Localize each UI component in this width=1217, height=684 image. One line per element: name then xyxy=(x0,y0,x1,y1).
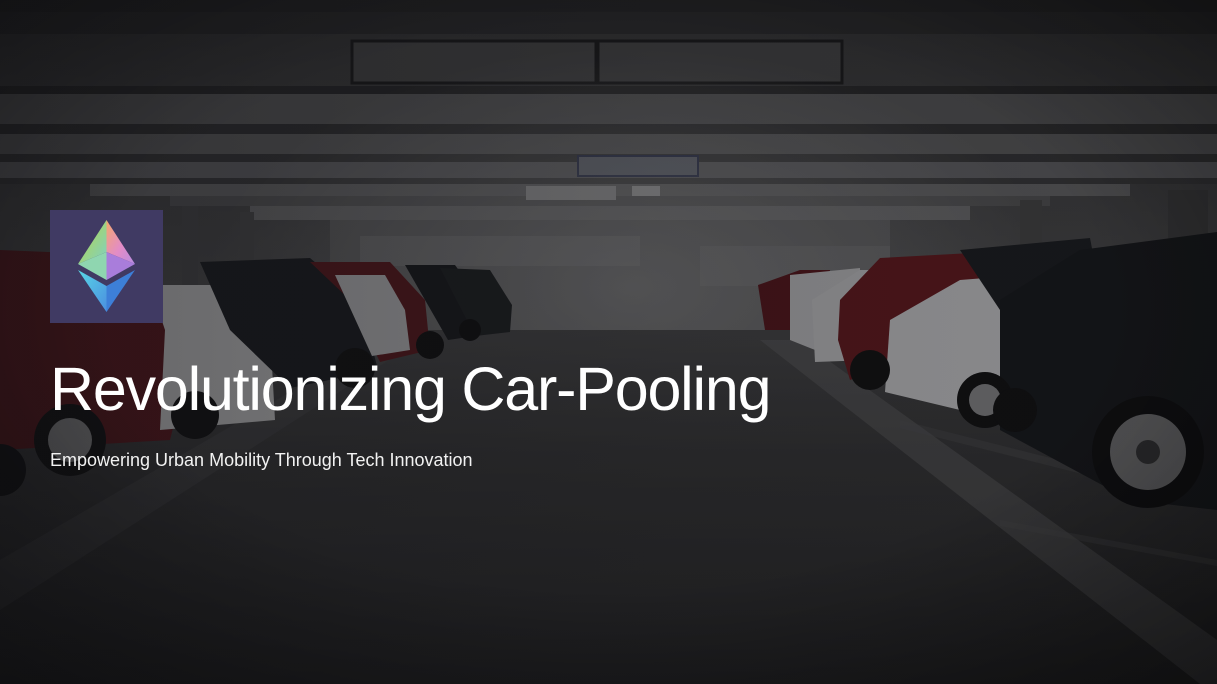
background-overlay xyxy=(0,0,1217,684)
logo-tile xyxy=(50,210,163,323)
slide-subtitle: Empowering Urban Mobility Through Tech I… xyxy=(50,450,473,470)
ethereum-icon xyxy=(78,220,135,312)
slide-title: Revolutionizing Car-Pooling xyxy=(50,355,772,423)
title-slide: Revolutionizing Car-Pooling Empowering U… xyxy=(0,0,1217,684)
